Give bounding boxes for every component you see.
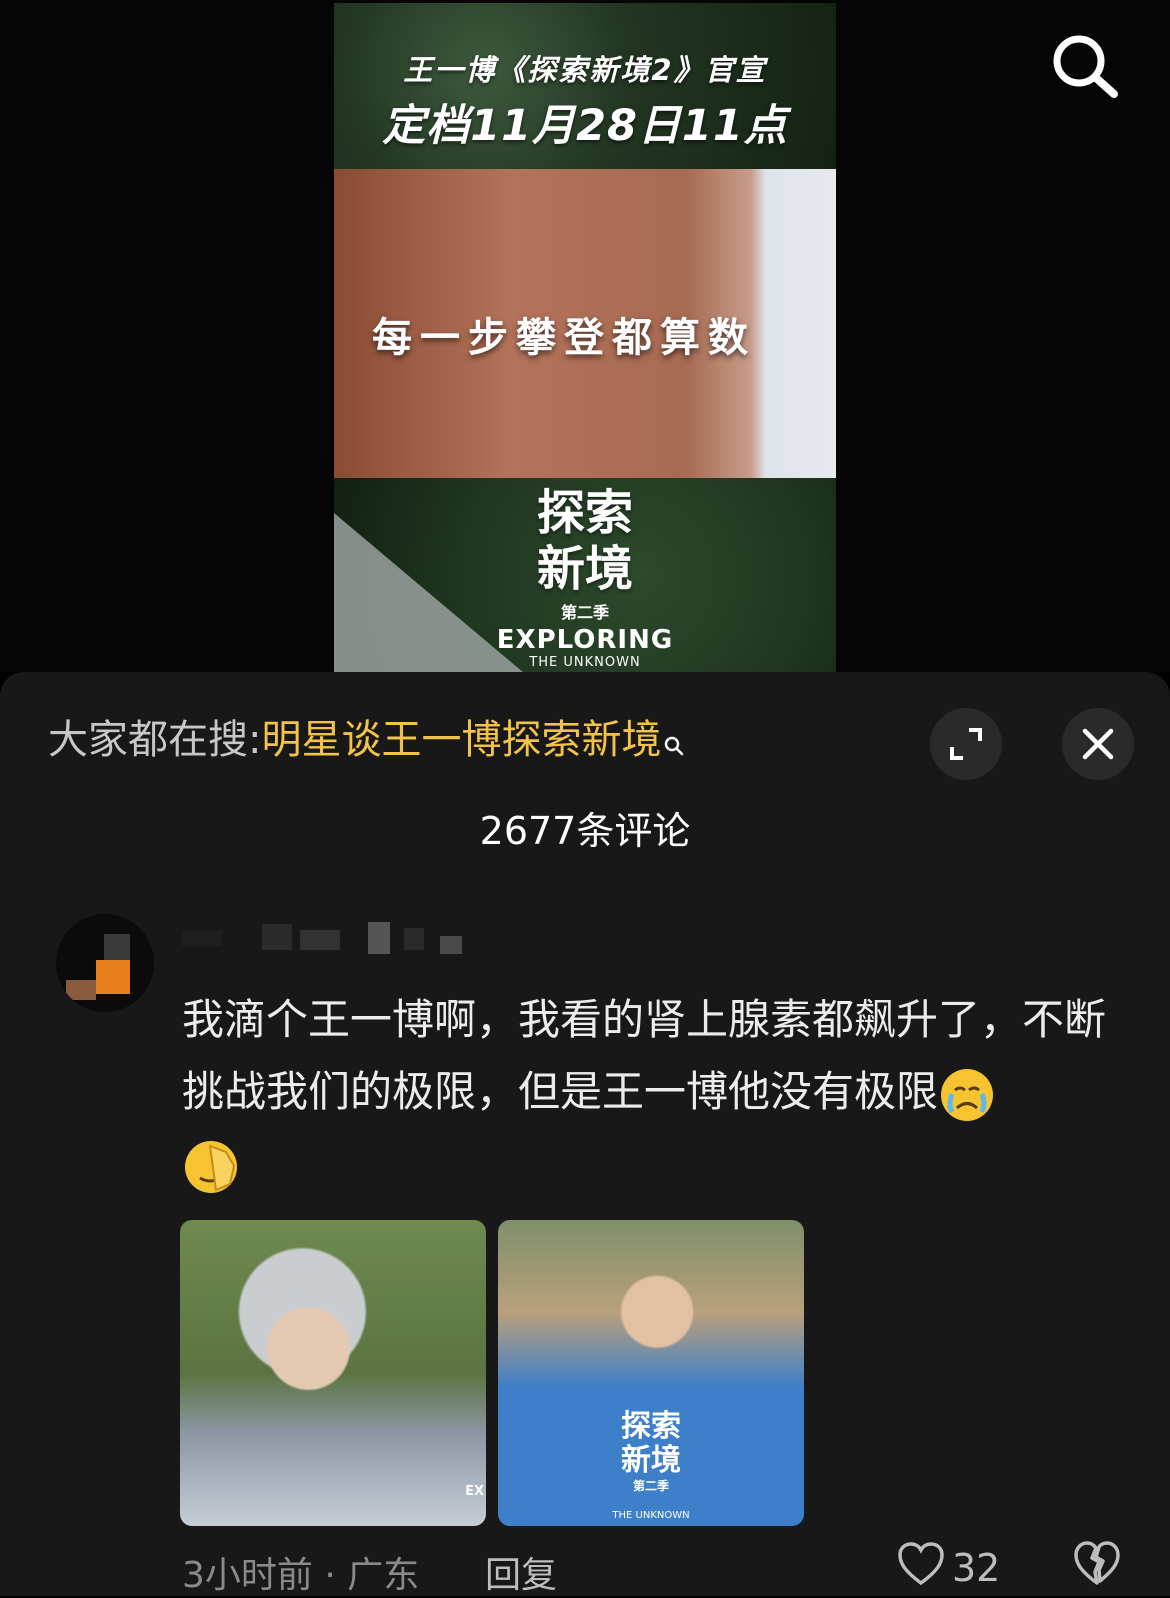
dislike-button[interactable] bbox=[1070, 1538, 1124, 1588]
username-pixel bbox=[262, 924, 292, 950]
avatar-pixel bbox=[66, 980, 96, 1000]
broken-heart-icon bbox=[1074, 1541, 1120, 1585]
search-icon bbox=[663, 714, 685, 774]
heart-icon bbox=[898, 1542, 944, 1586]
facepalm-emoji-icon bbox=[185, 1140, 237, 1193]
photo-logo-line1: 探索 bbox=[621, 1409, 681, 1444]
avatar-pixel bbox=[96, 960, 130, 994]
username-pixel bbox=[300, 930, 340, 950]
avatar[interactable] bbox=[56, 914, 154, 1012]
poster-show-logo: 探索 新境 bbox=[334, 485, 836, 597]
like-count: 32 bbox=[952, 1546, 1001, 1590]
crying-emoji-icon bbox=[941, 1068, 994, 1121]
comment-count: 2677条评论 bbox=[479, 809, 691, 853]
close-button[interactable] bbox=[1062, 708, 1134, 780]
photo-shirt-logo: 探索 新境 第二季 bbox=[498, 1410, 804, 1494]
expand-button[interactable] bbox=[930, 708, 1002, 780]
username-pixel bbox=[440, 936, 462, 954]
poster-logo-line2: 新境 bbox=[536, 541, 633, 597]
username-pixel bbox=[404, 928, 424, 950]
expand-icon bbox=[950, 728, 982, 760]
photo-shirt-sub: THE UNKNOWN bbox=[612, 1510, 690, 1521]
video-area[interactable]: 王一博《探索新境2》官宣 定档11月28日11点 每一步攀登都算数 探索 新境 … bbox=[0, 0, 1170, 672]
photo-watermark: EX bbox=[465, 1484, 484, 1499]
close-icon bbox=[1082, 728, 1114, 760]
poster-season: 第二季 bbox=[560, 603, 609, 622]
search-icon bbox=[1053, 35, 1118, 98]
like-button[interactable]: 32 bbox=[896, 1538, 1006, 1590]
avatar-pixel bbox=[104, 934, 130, 960]
poster-logo-line1: 探索 bbox=[536, 485, 633, 541]
comment-photo[interactable]: EX bbox=[180, 1220, 486, 1526]
comment-time-location: 3小时前 · 广东 bbox=[182, 1555, 420, 1596]
photo-logo-season: 第二季 bbox=[632, 1479, 669, 1493]
poster-headline: 王一博《探索新境2》官宣 bbox=[403, 53, 767, 87]
video-poster: 王一博《探索新境2》官宣 定档11月28日11点 每一步攀登都算数 探索 新境 … bbox=[334, 3, 836, 672]
reply-button[interactable]: 回复 bbox=[485, 1546, 557, 1598]
hot-search-term[interactable]: 明星谈王一博探索新境 bbox=[261, 717, 661, 763]
comment-sheet: 大家都在搜:明星谈王一博探索新境 2677条评论 我滴个王一博啊，我看的肾上腺素… bbox=[0, 672, 1170, 1596]
hot-search-prefix: 大家都在搜: bbox=[48, 717, 262, 763]
search-button[interactable] bbox=[1050, 32, 1120, 102]
photo-logo-line2: 新境 bbox=[621, 1443, 681, 1478]
poster-logo-en: EXPLORING bbox=[496, 625, 674, 655]
username-blurred[interactable] bbox=[182, 918, 492, 958]
hot-search-bar[interactable]: 大家都在搜:明星谈王一博探索新境 bbox=[48, 710, 685, 770]
comment-photo[interactable]: 探索 新境 第二季 THE UNKNOWN bbox=[498, 1220, 804, 1526]
comment-text: 我滴个王一博啊，我看的肾上腺素都飙升了，不断挑战我们的极限，但是王一博他没有极限 bbox=[182, 984, 1112, 1200]
username-pixel bbox=[182, 930, 222, 946]
poster-logo-sub: THE UNKNOWN bbox=[529, 655, 641, 670]
username-pixel bbox=[368, 922, 390, 954]
poster-slogan: 每一步攀登都算数 bbox=[372, 315, 756, 361]
poster-date: 定档11月28日11点 bbox=[382, 101, 788, 151]
